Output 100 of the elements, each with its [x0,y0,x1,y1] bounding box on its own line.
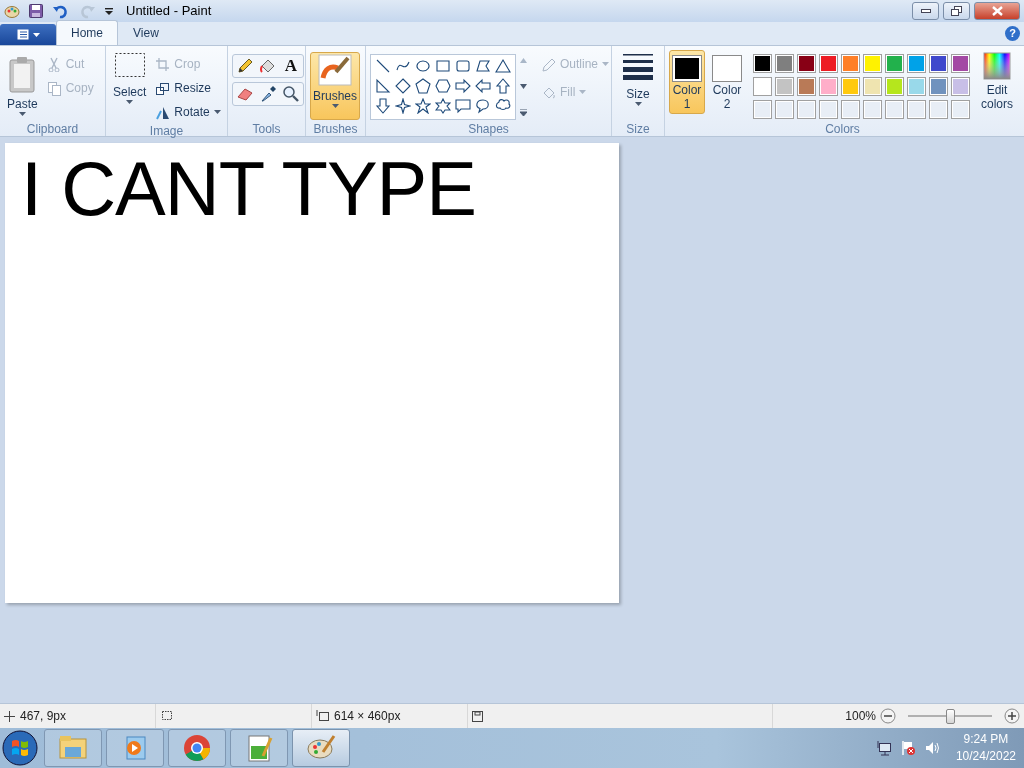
crop-icon [155,56,171,72]
color-swatch[interactable] [797,77,816,96]
color-swatch[interactable] [951,54,970,73]
shape-icon[interactable] [395,78,411,94]
group-label: Image [148,123,185,138]
empty-color-slot[interactable] [819,100,838,119]
color-swatch[interactable] [885,77,904,96]
color-swatch[interactable] [907,54,926,73]
palette-icon[interactable] [4,3,20,19]
ribbon-tab[interactable]: View [118,20,174,45]
save-icon[interactable] [28,3,44,19]
shape-icon[interactable] [375,98,391,114]
color-swatch[interactable] [951,77,970,96]
color-selector-button[interactable]: Color 1 [669,50,705,114]
taskbar-app-button[interactable] [168,729,226,767]
paste-button[interactable]: Paste [4,54,41,120]
color-swatch[interactable] [753,77,772,96]
save-icon [472,710,483,722]
color-swatch[interactable] [775,54,794,73]
zoom-out-button[interactable] [880,708,896,724]
empty-color-slot[interactable] [863,100,882,119]
shape-icon[interactable] [375,58,391,74]
cursor-position-icon [4,710,15,722]
group-label: Size [625,121,651,136]
restore-icon [951,6,962,16]
dropdown-icon[interactable] [104,6,114,16]
scroll-down-icon[interactable] [520,83,527,89]
start-button-icon[interactable] [0,728,40,768]
speaker-icon[interactable] [923,740,940,756]
shape-icon[interactable] [395,98,411,114]
shape-icon[interactable] [415,78,431,94]
empty-color-slot[interactable] [775,100,794,119]
color-swatch[interactable] [907,77,926,96]
shape-icon[interactable] [475,78,491,94]
color-swatch[interactable] [863,77,882,96]
close-button[interactable] [974,2,1020,20]
plus-icon [1004,708,1020,724]
select-button[interactable]: Select [110,50,150,122]
color-swatch[interactable] [753,54,772,73]
window-title: Untitled - Paint [126,2,212,21]
rotate-button[interactable]: Rotate [153,102,223,122]
restore-button[interactable] [943,2,970,20]
color-swatch[interactable] [863,54,882,73]
flag-icon[interactable] [899,740,916,756]
color-selector-button[interactable]: Color 2 [709,50,745,114]
zoom-in-button[interactable] [1004,708,1020,724]
empty-color-slot[interactable] [841,100,860,119]
more-icon[interactable] [520,109,527,116]
shape-icon[interactable] [435,78,451,94]
selection-size-icon [160,710,173,722]
minimize-button[interactable] [912,2,939,20]
help-icon[interactable]: ? [1005,26,1020,41]
color-spectrum-icon [983,52,1011,80]
shape-icon[interactable] [415,98,431,114]
menu-icon [16,29,29,40]
network-icon[interactable] [875,740,892,756]
shape-icon[interactable] [495,78,511,94]
caret-icon [213,110,221,114]
empty-color-slot[interactable] [907,100,926,119]
color-swatch[interactable] [797,54,816,73]
shape-icon[interactable] [475,58,491,74]
caret-icon [331,103,339,108]
image-size: 614 × 460px [334,708,401,725]
shape-icon[interactable] [455,78,471,94]
empty-color-slot[interactable] [753,100,772,119]
color-swatch[interactable] [929,77,948,96]
taskbar-app-button[interactable] [292,729,350,767]
taskbar-app-button[interactable] [230,729,288,767]
empty-color-slot[interactable] [929,100,948,119]
text-tool-button[interactable]: A [280,56,302,76]
resize-button[interactable]: Resize [153,78,223,98]
shape-icon[interactable] [455,58,471,74]
caret-icon [634,101,642,106]
selection-icon [113,52,146,78]
color-swatch[interactable] [885,54,904,73]
color-swatch[interactable] [841,77,860,96]
color-swatch[interactable] [841,54,860,73]
caret-icon [602,62,610,66]
caret-icon [18,111,26,116]
color-swatch[interactable] [819,54,838,73]
empty-color-slot[interactable] [885,100,904,119]
brushes-button[interactable]: Brushes [310,52,361,120]
ribbon-tab[interactable]: Home [56,20,118,45]
color-swatch[interactable] [775,77,794,96]
shape-icon[interactable] [495,58,511,74]
empty-color-slot[interactable] [797,100,816,119]
shape-icon[interactable] [415,58,431,74]
color-swatch[interactable] [929,54,948,73]
shape-icon[interactable] [435,98,451,114]
color-swatch[interactable] [819,77,838,96]
minus-icon [880,708,896,724]
empty-color-slot[interactable] [951,100,970,119]
size-button[interactable]: Size [619,50,657,120]
outline-icon [541,56,556,72]
shape-icon[interactable] [375,78,391,94]
undo-icon[interactable] [52,3,70,19]
edit-colors-button[interactable]: Edit colors [978,50,1016,120]
app-menu-button[interactable] [0,24,56,45]
shape-icon[interactable] [455,98,471,114]
shape-icon[interactable] [475,98,491,114]
